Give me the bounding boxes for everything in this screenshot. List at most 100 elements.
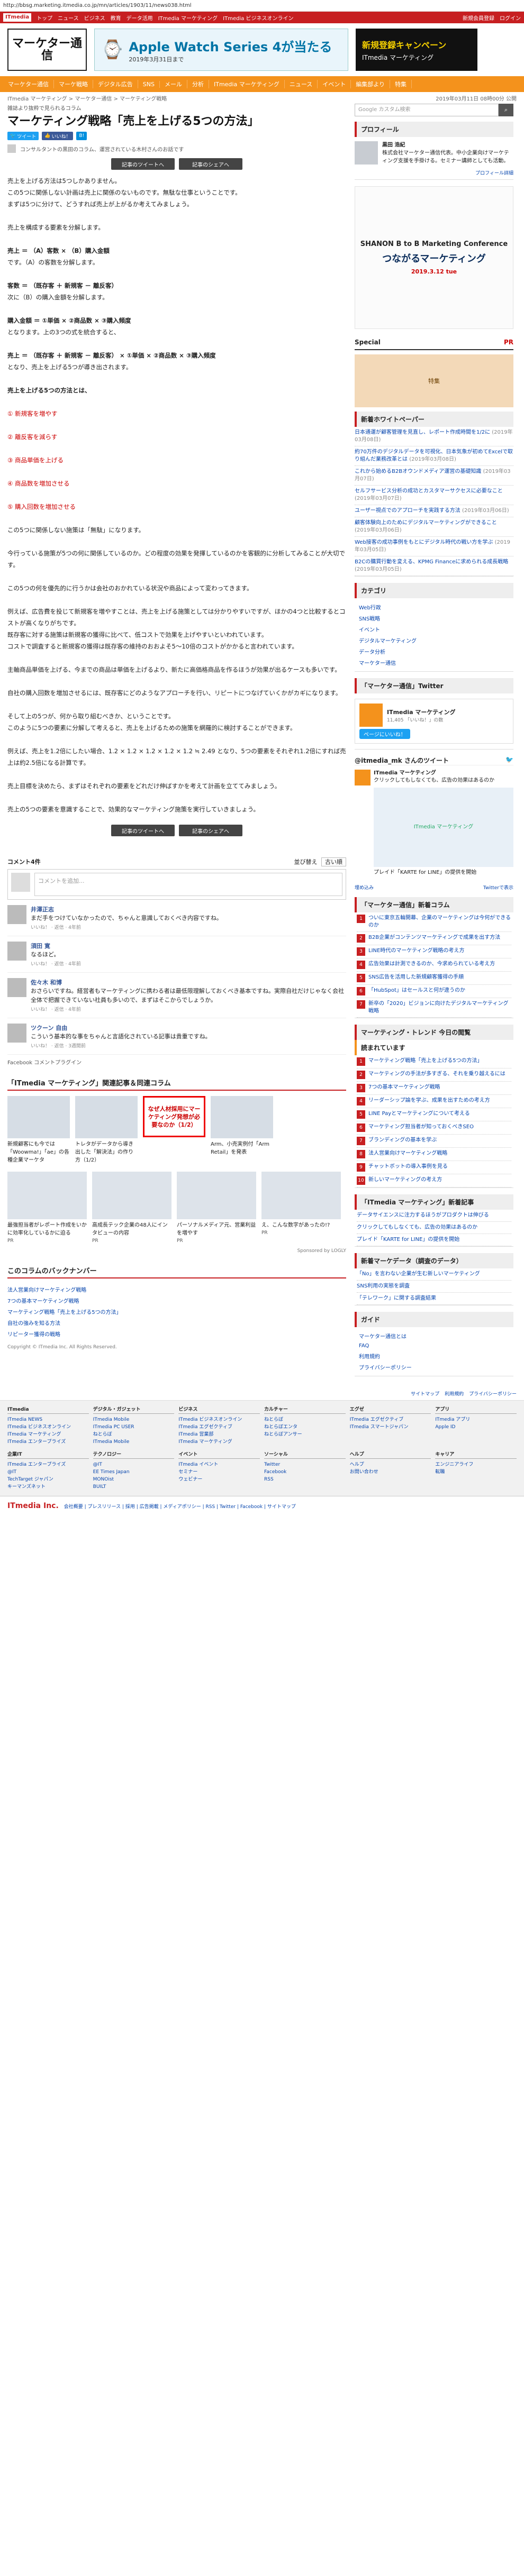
footer-col-link[interactable]: お問い合わせ bbox=[350, 1468, 431, 1476]
page-logo[interactable] bbox=[359, 704, 383, 727]
footer-col-link[interactable]: エンジニアライフ bbox=[435, 1461, 517, 1468]
register-link[interactable]: 新規会員登録 bbox=[463, 14, 494, 22]
footer-col-link[interactable]: ITmedia PC USER bbox=[93, 1423, 175, 1431]
nav-item[interactable]: ニュース bbox=[285, 80, 318, 88]
topbar-item[interactable]: ITmedia ビジネスオンライン bbox=[223, 14, 293, 22]
category-item[interactable]: データ分析 bbox=[359, 646, 509, 657]
footer-col-link[interactable]: EE Times Japan bbox=[93, 1468, 175, 1476]
commenter-avatar[interactable] bbox=[7, 942, 26, 961]
footer-col-link[interactable]: ITmedia ビジネスオンライン bbox=[7, 1423, 89, 1431]
nav-item[interactable]: 編集部より bbox=[351, 80, 391, 88]
footer-col-link[interactable]: ITmedia マーケティング bbox=[178, 1438, 260, 1446]
article-link[interactable]: データサイエンスに注力するほうがプロダクトは伸びる bbox=[357, 1210, 511, 1222]
nav-item[interactable]: イベント bbox=[318, 80, 351, 88]
nav-item[interactable]: メール bbox=[160, 80, 187, 88]
article-link[interactable]: クリックしてもしなくても、広告の効果はあるのか bbox=[357, 1222, 511, 1234]
ad-campaign[interactable]: 新規登録キャンペーン ITmedia マーケティング bbox=[356, 29, 477, 71]
like-button[interactable]: 👍 いいね！ bbox=[42, 132, 74, 140]
itmedia-footer-logo[interactable]: ITmedia Inc. bbox=[7, 1502, 59, 1510]
nav-item[interactable]: マーケター通信 bbox=[3, 80, 54, 88]
breadcrumb[interactable]: ITmedia マーケティング > マーケター通信 > マーケティング戦略 bbox=[7, 94, 167, 102]
whitepaper-item[interactable]: B2Cの購買行動を変える、KPMG Financeに求められる成長戦略 (201… bbox=[355, 556, 513, 576]
sponsor-label[interactable]: Sponsored by LOGLY bbox=[7, 1248, 346, 1254]
article-link[interactable]: プレイド「KARTE for LINE」の提供を開始 bbox=[357, 1234, 511, 1246]
whitepaper-item[interactable]: Web接客の成功事例をもとにデジタル時代の戦い方を学ぶ (2019年03月05日… bbox=[355, 537, 513, 556]
nav-item[interactable]: マーケ戦略 bbox=[54, 80, 93, 88]
nav-item[interactable]: ITmedia マーケティング bbox=[209, 80, 285, 88]
share-tweet-button[interactable]: 記事のツイートへ bbox=[111, 825, 175, 836]
survey-link[interactable]: SNS利用の実態を調査 bbox=[357, 1281, 511, 1293]
related-item[interactable]: トレタがデータから導き出した「解決法」の作り方（1/2） bbox=[75, 1096, 138, 1164]
rank-item[interactable]: 6 マーケティング担当者が知っておくべきSEO bbox=[357, 1121, 511, 1135]
rank-item[interactable]: 7 新卒の「2020」ビジョンに向けたデジタルマーケティング戦略 bbox=[357, 998, 511, 1018]
article-category[interactable]: 雑誌より抜粋で見られるコラム bbox=[7, 104, 82, 112]
tweet-image[interactable]: ITmedia マーケティング bbox=[374, 788, 513, 867]
comment-meta[interactable]: いいね！ · 返信 · 4年前 bbox=[31, 960, 81, 967]
sidebar-ad[interactable]: SHANON B to B Marketing Conference つながるマ… bbox=[355, 186, 513, 329]
guide-link[interactable]: FAQ bbox=[359, 1341, 509, 1350]
footer-col-link[interactable]: ITmedia エンタープライズ bbox=[7, 1461, 89, 1468]
login-link[interactable]: ログイン bbox=[500, 14, 521, 22]
footer-col-link[interactable]: ITmedia イベント bbox=[178, 1461, 260, 1468]
footer-col-link[interactable]: ITmedia スマートジャパン bbox=[350, 1423, 431, 1431]
topbar-item[interactable]: ニュース bbox=[58, 14, 79, 22]
search-input[interactable]: Google カスタム検索 bbox=[355, 104, 499, 116]
footer-col-link[interactable]: Facebook bbox=[264, 1468, 346, 1476]
footer-bottom-links[interactable]: 会社概要 | プレスリリース | 採用 | 広告掲載 | メディアポリシー | … bbox=[64, 1503, 296, 1510]
whitepaper-item[interactable]: セルフサービス分析の成功とカスタマーサクセスに必要なこと (2019年03月07… bbox=[355, 486, 513, 505]
whitepaper-item[interactable]: 日本通運が顧客管理を見直し、レポート作成時間を1/2に (2019年03月08日… bbox=[355, 427, 513, 446]
footer-col-link[interactable]: BUILT bbox=[93, 1483, 175, 1491]
special-image[interactable]: 特集 bbox=[355, 354, 513, 407]
commenter-avatar[interactable] bbox=[7, 1024, 26, 1043]
footer-col-link[interactable]: ITmedia アプリ bbox=[435, 1416, 517, 1423]
topbar-item[interactable]: 教育 bbox=[111, 14, 121, 22]
category-item[interactable]: マーケター通信 bbox=[359, 657, 509, 668]
view-on-twitter-link[interactable]: Twitterで表示 bbox=[483, 884, 513, 891]
footer-col-link[interactable]: セミナー bbox=[178, 1468, 260, 1476]
share-facebook-button[interactable]: 記事のシェアへ bbox=[179, 825, 242, 836]
like-page-button[interactable]: ページにいいね！ bbox=[359, 729, 410, 739]
whitepaper-item[interactable]: これから始めるB2Bオウンドメディア運営の基礎知識 (2019年03月07日) bbox=[355, 466, 513, 486]
footer-col-link[interactable]: ITmedia Mobile bbox=[93, 1438, 175, 1446]
commenter-name[interactable]: 須田 寛 bbox=[31, 942, 81, 950]
rank-item[interactable]: 6 「HubSpot」はセールスと何が違うのか bbox=[357, 985, 511, 998]
topbar-item[interactable]: ビジネス bbox=[84, 14, 105, 22]
whitepaper-item[interactable]: 顧客体験向上のためにデジタルマーケティングができること (2019年03月06日… bbox=[355, 517, 513, 537]
comment-meta[interactable]: いいね！ · 返信 · 3週間前 bbox=[31, 1042, 211, 1049]
footer-col-link[interactable]: 転職 bbox=[435, 1468, 517, 1476]
footer-link[interactable]: 利用規約 bbox=[445, 1390, 464, 1397]
footer-link[interactable]: プライバシーポリシー bbox=[469, 1390, 517, 1397]
nav-item[interactable]: デジタル広告 bbox=[93, 80, 138, 88]
rank-item[interactable]: 1 マーケティング戦略「売上を上げる5つの方法」 bbox=[357, 1055, 511, 1068]
category-item[interactable]: デジタルマーケティング bbox=[359, 635, 509, 646]
footer-col-link[interactable]: ウェビナー bbox=[178, 1476, 260, 1483]
footer-col-link[interactable]: ねとらぼ bbox=[93, 1431, 175, 1438]
ad-apple-watch[interactable]: ⌚ Apple Watch Series 4が当たる 2019年3月31日まで bbox=[94, 29, 348, 71]
footer-col-link[interactable]: ITmedia エグゼクティブ bbox=[350, 1416, 431, 1423]
footer-col-link[interactable]: ねとらぼ bbox=[264, 1416, 346, 1423]
whitepaper-item[interactable]: ユーザー視点でのアプローチを実践する方法 (2019年03月06日) bbox=[355, 505, 513, 517]
comment-input[interactable]: コメントを追加... bbox=[34, 873, 342, 896]
search-button[interactable]: ⌕ bbox=[499, 104, 513, 116]
commenter-name[interactable]: 井澤正志 bbox=[31, 905, 222, 914]
survey-link[interactable]: 「No」を言わない企業が生む新しいマーケティング bbox=[357, 1268, 511, 1281]
tweet-author[interactable]: ITmedia マーケティング bbox=[374, 770, 513, 777]
rank-item[interactable]: 8 法人営業向けマーケティング戦略 bbox=[357, 1148, 511, 1161]
rank-item[interactable]: 2 マーケティングの手法が多すぎる、それを乗り越えるには bbox=[357, 1068, 511, 1082]
category-item[interactable]: Web行政 bbox=[359, 601, 509, 613]
topbar-item[interactable]: データ活用 bbox=[127, 14, 153, 22]
footer-col-link[interactable]: TechTarget ジャパン bbox=[7, 1476, 89, 1483]
backnumber-item[interactable]: 自社の強みを知る方法 bbox=[7, 1317, 346, 1328]
itmedia-logo[interactable]: ITmedia bbox=[3, 13, 32, 22]
embed-link[interactable]: 埋め込み bbox=[355, 884, 374, 891]
rank-item[interactable]: 3 7つの基本マーケティング戦略 bbox=[357, 1082, 511, 1095]
footer-link[interactable]: サイトマップ bbox=[411, 1390, 439, 1397]
promoted-item[interactable]: パーソナルメディア元、営業利益を増やす PR bbox=[177, 1172, 256, 1245]
rank-item[interactable]: 1 ついに東京五輪開幕、企業のマーケティングは今何ができるのか bbox=[357, 912, 511, 932]
rank-item[interactable]: 5 LINE Payとマーケティングについて考える bbox=[357, 1108, 511, 1121]
nav-item[interactable]: SNS bbox=[138, 80, 160, 88]
footer-col-link[interactable]: ねとらぼアンサー bbox=[264, 1431, 346, 1438]
footer-col-link[interactable]: ITmedia Mobile bbox=[93, 1416, 175, 1423]
footer-col-link[interactable]: @IT bbox=[93, 1461, 175, 1468]
related-item[interactable]: Arm、小売実例付「Arm Retail」を発表 bbox=[211, 1096, 273, 1164]
